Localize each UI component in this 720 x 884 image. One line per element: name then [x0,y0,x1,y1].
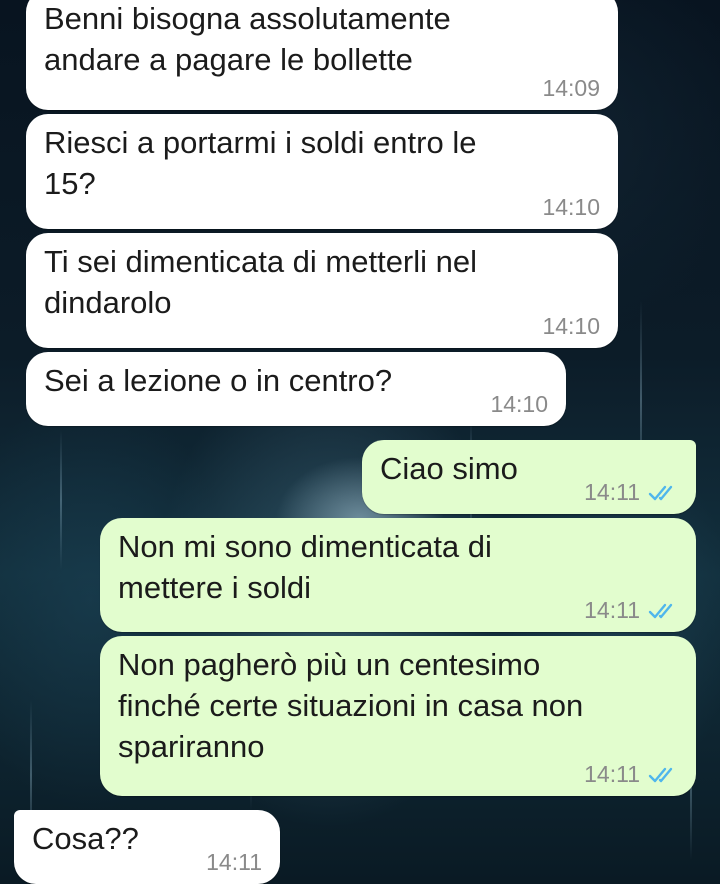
message-bubble-incoming[interactable]: Ti sei dimenticata di metterli nel dinda… [26,233,618,348]
message-meta: 14:10 [490,391,548,418]
message-bubble-outgoing[interactable]: Ciao simo 14:11 [362,440,696,514]
message-text: Ti sei dimenticata di metterli nel dinda… [44,244,478,320]
message-text: Riesci a portarmi i soldi entro le 15? [44,125,477,201]
message-bubble-outgoing[interactable]: Non pagherò più un centesimo finché cert… [100,636,696,796]
message-text: Sei a lezione o in centro? [44,363,393,398]
message-bubble-incoming[interactable]: Cosa?? 14:11 [14,810,280,884]
double-check-read-icon [648,767,673,782]
message-meta: 14:10 [542,194,600,221]
message-bubble-incoming[interactable]: Benni bisogna assolutamente andare a pag… [26,0,618,110]
message-text: Benni bisogna assolutamente andare a pag… [44,1,451,77]
message-time: 14:10 [490,391,548,417]
message-time: 14:10 [542,313,600,339]
message-time: 14:11 [584,479,640,505]
message-meta: 14:11 [584,761,678,788]
message-meta: 14:11 [206,849,262,876]
message-bubble-incoming[interactable]: Sei a lezione o in centro? 14:10 [26,352,566,426]
message-text: Non mi sono dimenticata di mettere i sol… [118,529,492,605]
message-meta: 14:09 [542,75,600,102]
message-meta: 14:11 [584,597,678,624]
message-time: 14:11 [206,849,262,875]
message-time: 14:11 [584,761,640,787]
message-time: 14:11 [584,597,640,623]
double-check-read-icon [648,485,673,500]
message-text: Non pagherò più un centesimo finché cert… [118,647,584,764]
message-meta: 14:11 [584,479,678,506]
message-time: 14:09 [542,75,600,101]
double-check-read-icon [648,603,673,618]
message-meta: 14:10 [542,313,600,340]
message-bubble-incoming[interactable]: Riesci a portarmi i soldi entro le 15? 1… [26,114,618,229]
message-time: 14:10 [542,194,600,220]
message-bubble-outgoing[interactable]: Non mi sono dimenticata di mettere i sol… [100,518,696,632]
